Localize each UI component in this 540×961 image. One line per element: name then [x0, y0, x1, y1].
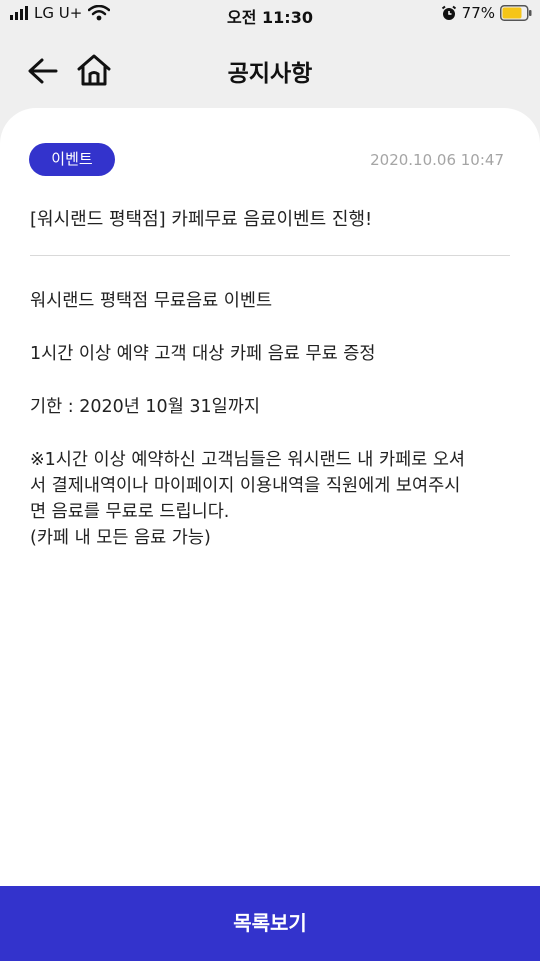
notice-card: 이벤트 2020.10.06 10:47 [워시랜드 평택점] 카페무료 음료이…	[0, 108, 540, 908]
list-button[interactable]: 목록보기	[0, 886, 540, 961]
category-badge: 이벤트	[29, 143, 115, 176]
page-title: 공지사항	[227, 61, 313, 87]
status-right: 77%	[441, 4, 532, 22]
body-line: 서 결제내역이나 마이페이지 이용내역을 직원에게 보여주시	[30, 476, 461, 496]
alarm-icon	[441, 5, 456, 20]
notice-body: 워시랜드 평택점 무료음료 이벤트 1시간 이상 예약 고객 대상 카페 음료 …	[30, 288, 516, 551]
app-header: 공지사항	[0, 30, 540, 112]
divider	[30, 255, 510, 256]
battery-percent: 77%	[461, 4, 495, 22]
status-bar: LG U+ 오전 11:30 77%	[0, 0, 540, 30]
body-paragraph: 기한 : 2020년 10월 31일까지	[30, 397, 260, 417]
body-paragraph-note: ※1시간 이상 예약하신 고객님들은 워시랜드 내 카페로 오셔 서 결제내역이…	[30, 447, 516, 551]
notice-date: 2020.10.06 10:47	[370, 151, 504, 169]
body-line: ※1시간 이상 예약하신 고객님들은 워시랜드 내 카페로 오셔	[30, 450, 466, 470]
body-line: 면 음료를 무료로 드립니다.	[30, 502, 230, 522]
body-line: (카페 내 모든 음료 가능)	[30, 528, 211, 548]
notice-title: [워시랜드 평택점] 카페무료 음료이벤트 진행!	[30, 209, 373, 230]
body-paragraph: 워시랜드 평택점 무료음료 이벤트	[30, 291, 273, 311]
body-paragraph: 1시간 이상 예약 고객 대상 카페 음료 무료 증정	[30, 344, 376, 364]
battery-icon	[500, 5, 532, 21]
